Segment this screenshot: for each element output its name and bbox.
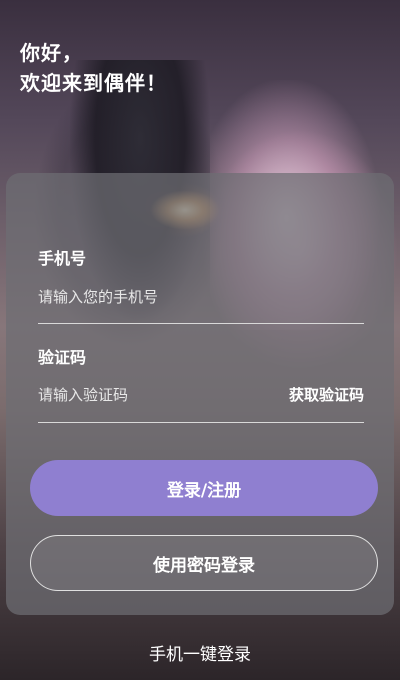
greeting-line-1: 你好， [20,41,83,65]
verification-code-input[interactable] [38,382,258,408]
get-code-button[interactable]: 获取验证码 [289,384,364,405]
password-login-button[interactable]: 使用密码登录 [30,535,378,591]
phone-label: 手机号 [38,249,87,268]
greeting-line-2: 欢迎来到偶伴！ [20,71,167,95]
one-click-login-link[interactable]: 手机一键登录 [0,640,400,665]
phone-input[interactable] [38,284,364,310]
login-register-button[interactable]: 登录/注册 [30,460,378,516]
code-underline [38,422,364,423]
phone-underline [38,323,364,324]
welcome-greeting: 你好， 欢迎来到偶伴！ [20,38,167,98]
code-label: 验证码 [38,348,87,367]
